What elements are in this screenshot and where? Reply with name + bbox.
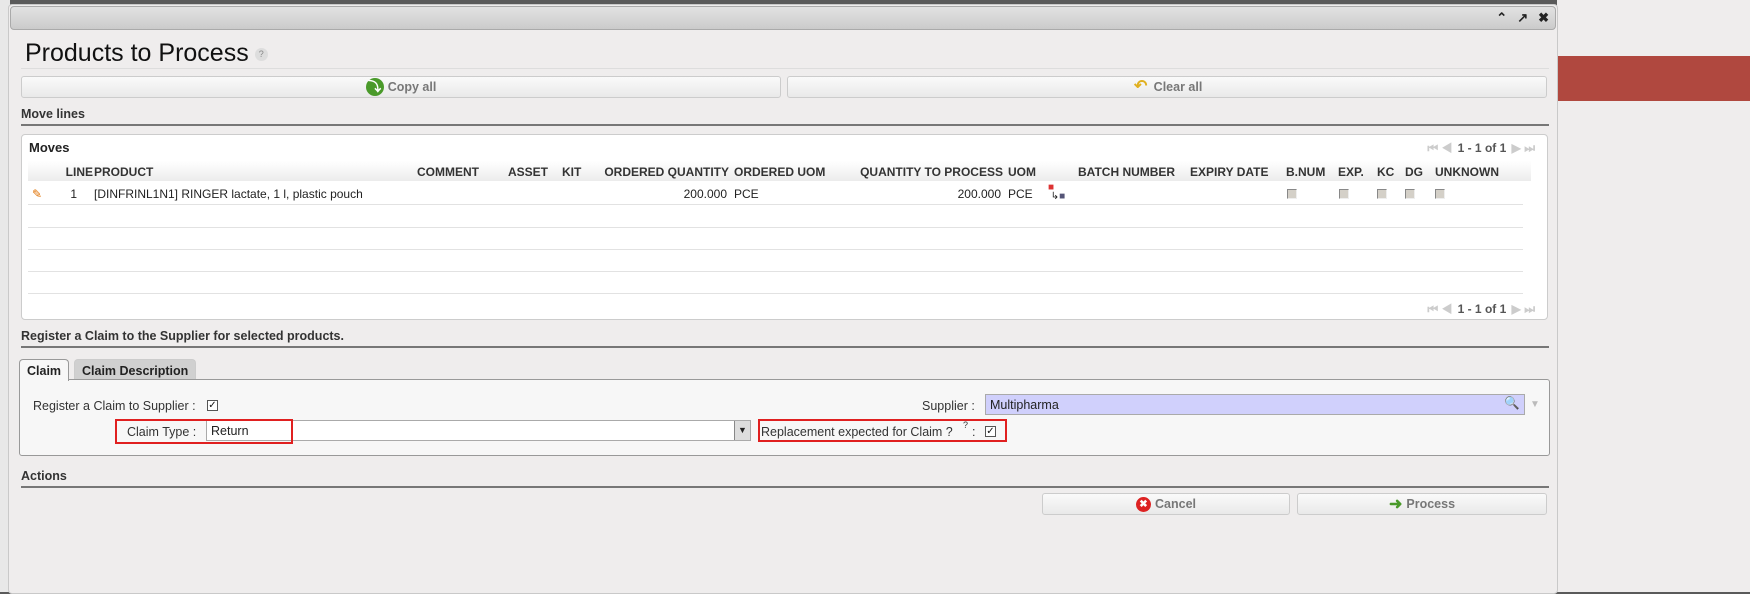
dropdown-arrow-icon[interactable]: ▼ <box>1530 399 1540 410</box>
copy-arrow-icon: ⤵ <box>365 78 384 96</box>
arrow-right-icon: ➜ <box>1388 496 1403 513</box>
split-line-icon[interactable]: ■ ↳■ <box>1048 183 1065 202</box>
highlight-claim-type <box>115 419 293 444</box>
dialog-titlebar[interactable]: ⌃ ↗ ✖ <box>10 6 1556 30</box>
section-move-lines: Move lines <box>21 107 1549 126</box>
exp-checkbox <box>1339 189 1349 199</box>
chevron-down-icon[interactable]: ▼ <box>734 421 750 440</box>
kc-checkbox <box>1377 189 1387 199</box>
collapse-icon[interactable]: ⌃ <box>1496 10 1507 26</box>
copy-all-button[interactable]: ⤵ Copy all <box>21 76 781 98</box>
tab-claim-description[interactable]: Claim Description <box>74 359 197 380</box>
register-claim-checkbox[interactable]: ✓ <box>207 400 218 411</box>
moves-title: Moves <box>29 140 70 155</box>
pager-bottom[interactable]: ⏮ ◀ 1 - 1 of 1 ▶ ⏭ <box>1425 302 1537 317</box>
moves-panel: Moves ⏮ ◀ 1 - 1 of 1 ▶ ⏭ LINE PRODUCT CO… <box>21 134 1548 320</box>
popout-icon[interactable]: ↗ <box>1517 10 1528 26</box>
tab-claim[interactable]: Claim <box>19 359 70 381</box>
unknown-checkbox <box>1435 189 1445 199</box>
cancel-button[interactable]: ✖ Cancel <box>1042 493 1290 515</box>
highlight-replacement <box>758 419 1007 442</box>
background-page-right <box>1557 0 1750 592</box>
section-claim: Register a Claim to the Supplier for sel… <box>21 329 1549 348</box>
page-title: Products to Process? <box>25 39 268 68</box>
undo-arrow-icon: ↶ <box>1133 78 1148 95</box>
process-button[interactable]: ➜ Process <box>1297 493 1547 515</box>
help-icon[interactable]: ? <box>254 47 268 61</box>
dg-checkbox <box>1405 189 1415 199</box>
section-actions: Actions <box>21 469 1549 488</box>
claim-panel: Register a Claim to Supplier : ✓ Supplie… <box>19 379 1550 456</box>
supplier-input[interactable]: Multipharma 🔍 <box>985 394 1525 415</box>
bnum-checkbox <box>1287 189 1297 199</box>
clear-all-button[interactable]: ↶ Clear all <box>787 76 1547 98</box>
search-icon[interactable]: 🔍 <box>1504 396 1520 411</box>
table-header: LINE PRODUCT COMMENT ASSET KIT ORDERED Q… <box>28 161 1531 181</box>
pager-top[interactable]: ⏮ ◀ 1 - 1 of 1 ▶ ⏭ <box>1425 141 1537 156</box>
products-to-process-dialog: ⌃ ↗ ✖ Products to Process? ⤵ Copy all ↶ Cl… <box>8 4 1558 594</box>
cancel-icon: ✖ <box>1136 496 1151 512</box>
edit-pencil-icon[interactable]: ✎ <box>32 187 42 201</box>
table-row[interactable]: ✎ 1 [DINFRINL1N1] RINGER lactate, 1 l, p… <box>28 183 1523 205</box>
close-icon[interactable]: ✖ <box>1538 10 1549 26</box>
